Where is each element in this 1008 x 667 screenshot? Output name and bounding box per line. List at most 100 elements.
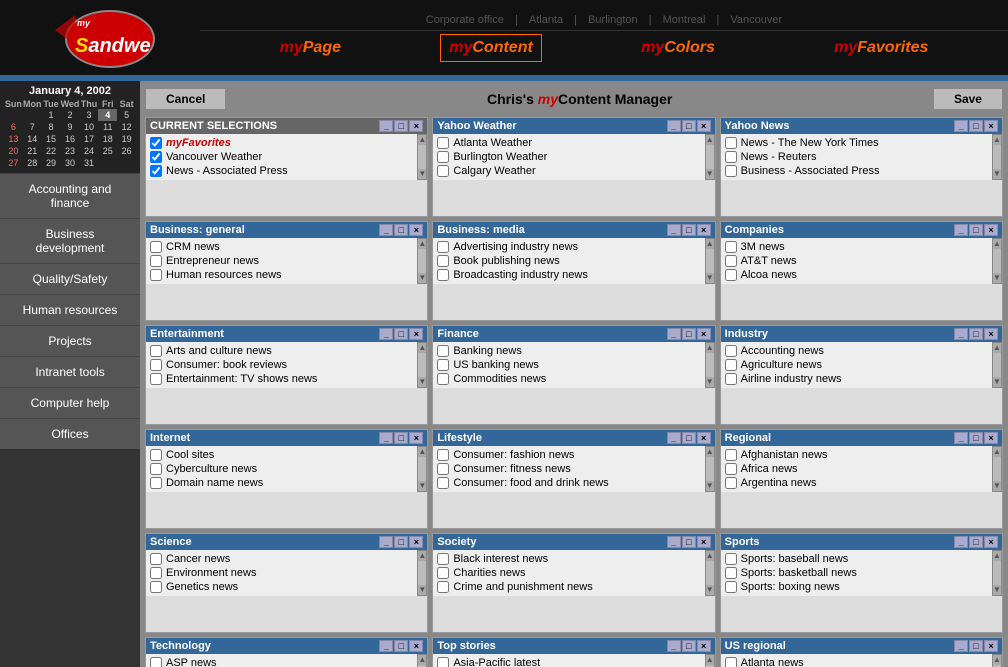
scrollbar[interactable]: ▲ ▼ bbox=[992, 134, 1002, 180]
checkbox-afghanistan[interactable] bbox=[725, 449, 737, 461]
cal-cell[interactable]: 8 bbox=[42, 121, 61, 133]
cal-cell[interactable]: 14 bbox=[23, 133, 42, 145]
cal-cell[interactable] bbox=[4, 109, 23, 121]
panel-ctrl-close[interactable]: × bbox=[984, 120, 998, 132]
cal-cell[interactable]: 29 bbox=[42, 157, 61, 169]
panel-ctrl-close[interactable]: × bbox=[697, 120, 711, 132]
checkbox-book-publishing[interactable] bbox=[437, 255, 449, 267]
checkbox-crime[interactable] bbox=[437, 581, 449, 593]
panel-ctrl-min[interactable]: _ bbox=[954, 120, 968, 132]
cal-cell[interactable]: 11 bbox=[98, 121, 117, 133]
cal-cell[interactable]: 9 bbox=[60, 121, 79, 133]
sidebar-item-accounting[interactable]: Accounting and finance bbox=[0, 173, 140, 218]
checkbox-fitness[interactable] bbox=[437, 463, 449, 475]
panel-ctrl-close[interactable]: × bbox=[984, 432, 998, 444]
scroll-up-icon[interactable]: ▲ bbox=[706, 656, 714, 664]
scroll-down-icon[interactable]: ▼ bbox=[993, 170, 1001, 178]
checkbox-cyberculture[interactable] bbox=[150, 463, 162, 475]
checkbox-fashion[interactable] bbox=[437, 449, 449, 461]
scrollbar[interactable]: ▲ ▼ bbox=[992, 550, 1002, 596]
scroll-up-icon[interactable]: ▲ bbox=[418, 344, 426, 352]
scroll-up-icon[interactable]: ▲ bbox=[993, 136, 1001, 144]
panel-ctrl-close[interactable]: × bbox=[409, 536, 423, 548]
cal-cell[interactable] bbox=[23, 109, 42, 121]
panel-ctrl-close[interactable]: × bbox=[984, 328, 998, 340]
atlanta-link[interactable]: Atlanta bbox=[529, 14, 563, 26]
scroll-down-icon[interactable]: ▼ bbox=[418, 378, 426, 386]
scroll-up-icon[interactable]: ▲ bbox=[706, 552, 714, 560]
scroll-up-icon[interactable]: ▲ bbox=[706, 136, 714, 144]
scroll-down-icon[interactable]: ▼ bbox=[993, 274, 1001, 282]
sidebar-item-quality[interactable]: Quality/Safety bbox=[0, 263, 140, 294]
scrollbar[interactable]: ▲ ▼ bbox=[705, 134, 715, 180]
cal-cell[interactable]: 21 bbox=[23, 145, 42, 157]
corporate-office-link[interactable]: Corporate office bbox=[426, 14, 504, 26]
panel-ctrl-min[interactable]: _ bbox=[379, 640, 393, 652]
panel-ctrl-close[interactable]: × bbox=[409, 224, 423, 236]
cal-cell[interactable]: 10 bbox=[80, 121, 99, 133]
scrollbar[interactable]: ▲ ▼ bbox=[417, 550, 427, 596]
checkbox-baseball[interactable] bbox=[725, 553, 737, 565]
scrollbar[interactable]: ▲ ▼ bbox=[992, 342, 1002, 388]
cal-cell[interactable]: 25 bbox=[98, 145, 117, 157]
scroll-up-icon[interactable]: ▲ bbox=[993, 344, 1001, 352]
panel-ctrl-max[interactable]: □ bbox=[969, 120, 983, 132]
sidebar-item-business[interactable]: Business development bbox=[0, 218, 140, 263]
cal-cell[interactable]: 24 bbox=[80, 145, 99, 157]
panel-ctrl-max[interactable]: □ bbox=[394, 432, 408, 444]
checkbox-att[interactable] bbox=[725, 255, 737, 267]
checkbox-black-interest[interactable] bbox=[437, 553, 449, 565]
panel-ctrl-min[interactable]: _ bbox=[379, 536, 393, 548]
checkbox-news-ap[interactable] bbox=[150, 165, 162, 177]
scroll-down-icon[interactable]: ▼ bbox=[706, 274, 714, 282]
checkbox-airline[interactable] bbox=[725, 373, 737, 385]
cal-cell[interactable]: 15 bbox=[42, 133, 61, 145]
panel-ctrl-close[interactable]: × bbox=[984, 536, 998, 548]
checkbox-atlanta-weather[interactable] bbox=[437, 137, 449, 149]
panel-ctrl-min[interactable]: _ bbox=[954, 224, 968, 236]
panel-ctrl-max[interactable]: □ bbox=[969, 432, 983, 444]
panel-ctrl-close[interactable]: × bbox=[409, 432, 423, 444]
scrollbar[interactable]: ▲ ▼ bbox=[417, 238, 427, 284]
panel-ctrl-close[interactable]: × bbox=[697, 328, 711, 340]
scroll-up-icon[interactable]: ▲ bbox=[418, 240, 426, 248]
checkbox-entrepreneur[interactable] bbox=[150, 255, 162, 267]
checkbox-us-banking[interactable] bbox=[437, 359, 449, 371]
scroll-down-icon[interactable]: ▼ bbox=[993, 586, 1001, 594]
cancel-button[interactable]: Cancel bbox=[145, 88, 226, 110]
cal-cell[interactable]: 16 bbox=[60, 133, 79, 145]
panel-ctrl-min[interactable]: _ bbox=[379, 120, 393, 132]
checkbox-asp[interactable] bbox=[150, 657, 162, 667]
scrollbar[interactable]: ▲ ▼ bbox=[992, 238, 1002, 284]
checkbox-charities[interactable] bbox=[437, 567, 449, 579]
checkbox-argentina[interactable] bbox=[725, 477, 737, 489]
cal-cell[interactable]: 6 bbox=[4, 121, 23, 133]
panel-ctrl-max[interactable]: □ bbox=[969, 536, 983, 548]
scrollbar[interactable]: ▲ ▼ bbox=[705, 238, 715, 284]
panel-ctrl-min[interactable]: _ bbox=[954, 432, 968, 444]
panel-ctrl-close[interactable]: × bbox=[697, 432, 711, 444]
scroll-up-icon[interactable]: ▲ bbox=[418, 448, 426, 456]
scroll-up-icon[interactable]: ▲ bbox=[418, 656, 426, 664]
scrollbar[interactable]: ▲ ▼ bbox=[417, 134, 427, 180]
scrollbar[interactable]: ▲ ▼ bbox=[705, 342, 715, 388]
checkbox-accounting-news[interactable] bbox=[725, 345, 737, 357]
panel-ctrl-max[interactable]: □ bbox=[969, 224, 983, 236]
cal-cell[interactable]: 20 bbox=[4, 145, 23, 157]
panel-ctrl-max[interactable]: □ bbox=[969, 328, 983, 340]
scroll-down-icon[interactable]: ▼ bbox=[418, 170, 426, 178]
checkbox-africa[interactable] bbox=[725, 463, 737, 475]
panel-ctrl-max[interactable]: □ bbox=[394, 120, 408, 132]
scroll-down-icon[interactable]: ▼ bbox=[418, 482, 426, 490]
panel-ctrl-close[interactable]: × bbox=[697, 536, 711, 548]
checkbox-cool-sites[interactable] bbox=[150, 449, 162, 461]
panel-ctrl-close[interactable]: × bbox=[697, 224, 711, 236]
checkbox-3m[interactable] bbox=[725, 241, 737, 253]
checkbox-biz-ap[interactable] bbox=[725, 165, 737, 177]
scroll-up-icon[interactable]: ▲ bbox=[418, 136, 426, 144]
cal-cell[interactable]: 28 bbox=[23, 157, 42, 169]
panel-ctrl-max[interactable]: □ bbox=[394, 328, 408, 340]
checkbox-myfavorites[interactable] bbox=[150, 137, 162, 149]
panel-ctrl-min[interactable]: _ bbox=[667, 640, 681, 652]
panel-ctrl-close[interactable]: × bbox=[409, 120, 423, 132]
